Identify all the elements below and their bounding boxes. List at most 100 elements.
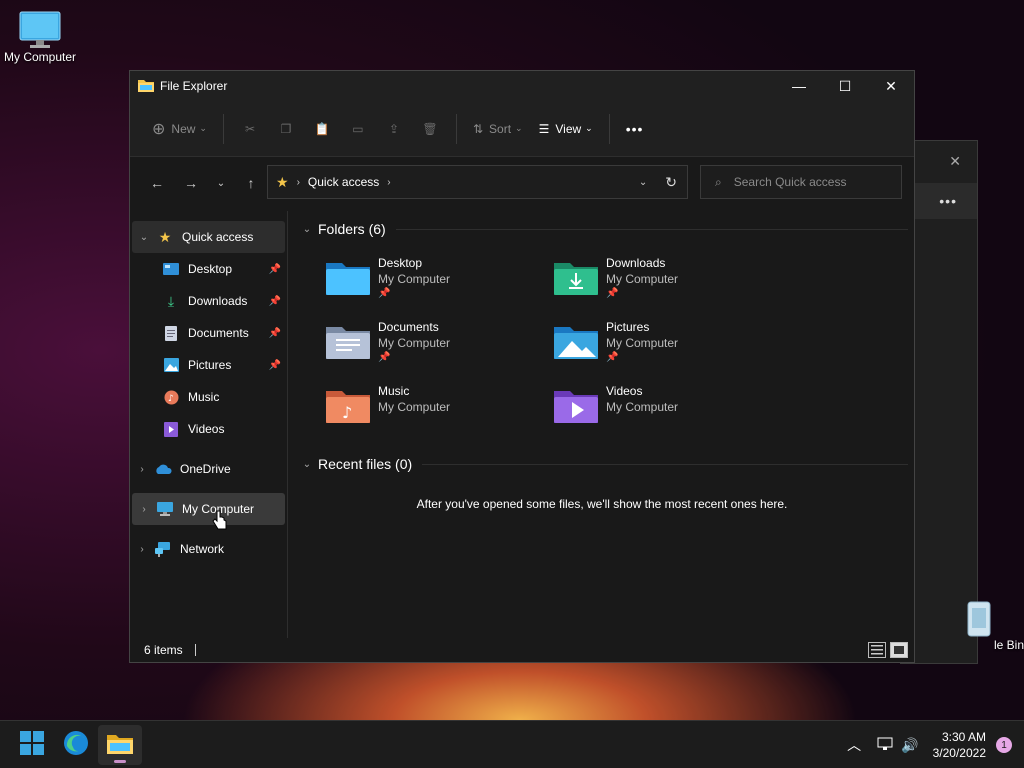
edge-browser-button[interactable] [54, 725, 98, 765]
pin-icon: 📌 [606, 352, 619, 363]
folder-name: Pictures [606, 320, 650, 334]
chevron-down-icon: ⌄ [585, 123, 593, 133]
folder-tile-downloads[interactable]: Downloads My Computer 📌 [554, 255, 764, 311]
folders-group-header[interactable]: ⌄ Folders (6) [296, 217, 908, 241]
sidebar-item-music[interactable]: ♪ Music [130, 381, 287, 413]
sidebar-item-label: OneDrive [180, 462, 231, 476]
folder-name: Downloads [606, 256, 666, 270]
edge-icon [63, 730, 89, 759]
folder-icon [107, 732, 133, 757]
desktop-folder-icon [162, 261, 180, 277]
toolbar-divider [455, 113, 457, 144]
window-title: File Explorer [160, 79, 228, 93]
maximize-button[interactable]: ☐ [822, 71, 868, 101]
toolbar-divider [222, 113, 224, 144]
sidebar-item-label: Network [180, 542, 225, 556]
notification-badge[interactable]: 1 [996, 737, 1012, 753]
breadcrumb-quick-access[interactable]: Quick access [308, 175, 379, 189]
sidebar-item-downloads[interactable]: ⤓ Downloads 📌 [130, 285, 287, 317]
windows-logo-icon [20, 731, 44, 758]
sidebar-item-desktop[interactable]: Desktop 📌 [130, 253, 287, 285]
videos-folder-icon [554, 387, 600, 427]
sidebar-item-label: Desktop [188, 262, 233, 276]
chevron-down-icon: ⌄ [199, 123, 207, 133]
group-divider [422, 463, 908, 465]
search-box[interactable]: ⌕ Search Quick access [700, 165, 902, 199]
title-bar[interactable]: File Explorer — ☐ ✕ [130, 71, 914, 101]
sidebar-item-videos[interactable]: Videos [130, 413, 287, 445]
recent-locations-button[interactable]: ⌄ [206, 168, 236, 198]
sidebar-item-pictures[interactable]: Pictures 📌 [130, 349, 287, 381]
sidebar-item-network[interactable]: › Network [130, 533, 287, 565]
desktop-icon-recycle-bin[interactable]: le Bin [958, 598, 1024, 652]
new-button[interactable]: ⊕ New ⌄ [144, 112, 215, 146]
chevron-right-icon[interactable]: › [130, 544, 154, 555]
view-button[interactable]: ☰ View ⌄ [531, 112, 601, 146]
pin-icon: 📌 [268, 327, 281, 339]
delete-icon[interactable]: 🗑 [412, 112, 448, 146]
music-icon: ♪ [162, 389, 180, 405]
folder-tile-music[interactable]: ♪ Music My Computer [326, 383, 536, 439]
tiles-view-icon[interactable] [890, 642, 908, 658]
volume-icon[interactable]: 🔊 [901, 737, 918, 754]
monitor-icon [0, 10, 80, 50]
cut-icon[interactable]: ✂ [232, 112, 268, 146]
more-options-button[interactable]: ••• [618, 112, 652, 146]
document-icon [162, 325, 180, 341]
chevron-down-icon[interactable]: ⌄ [296, 459, 318, 470]
chevron-up-icon[interactable]: ︿ [847, 735, 861, 755]
folder-tile-videos[interactable]: Videos My Computer [554, 383, 764, 439]
close-icon[interactable]: ✕ [949, 153, 961, 170]
svg-text:♪: ♪ [342, 403, 352, 422]
copy-icon[interactable]: ❐ [268, 112, 304, 146]
sidebar-item-quick-access[interactable]: ⌄ ★ Quick access [132, 221, 285, 253]
rename-icon[interactable]: ▭ [340, 112, 376, 146]
details-view-icon[interactable] [868, 642, 886, 658]
search-placeholder: Search Quick access [733, 175, 847, 189]
chevron-down-icon[interactable]: ⌄ [132, 232, 156, 243]
folder-name: Music [378, 384, 410, 398]
address-dropdown-icon[interactable]: ⌄ [639, 177, 647, 188]
sidebar-item-my-computer[interactable]: › My Computer [132, 493, 285, 525]
clock[interactable]: 3:30 AM 3/20/2022 [933, 729, 986, 761]
recent-header-label: Recent files (0) [318, 456, 413, 472]
star-icon: ★ [158, 228, 172, 245]
folder-tile-documents[interactable]: Documents My Computer 📌 [326, 319, 536, 375]
network-status-icon[interactable] [877, 737, 893, 754]
sidebar-item-documents[interactable]: Documents 📌 [130, 317, 287, 349]
back-button[interactable]: ← [142, 168, 172, 198]
sort-label: Sort [489, 121, 512, 136]
chevron-down-icon[interactable]: ⌄ [296, 224, 318, 235]
pin-icon: 📌 [378, 288, 391, 299]
more-icon[interactable]: ••• [939, 193, 957, 209]
documents-folder-icon [326, 323, 372, 363]
file-explorer-taskbar-button[interactable] [98, 724, 142, 765]
folder-tile-desktop[interactable]: Desktop My Computer 📌 [326, 255, 536, 311]
minimize-button[interactable]: — [776, 71, 822, 101]
sort-button[interactable]: ⇅ Sort ⌄ [465, 112, 531, 146]
up-button[interactable]: ↑ [236, 168, 266, 198]
refresh-icon[interactable]: ↻ [665, 174, 677, 191]
sidebar-item-label: Downloads [188, 294, 248, 308]
desktop-folder-icon [326, 259, 372, 299]
music-folder-icon: ♪ [326, 387, 372, 427]
recent-files-group-header[interactable]: ⌄ Recent files (0) [296, 452, 908, 476]
start-button[interactable] [10, 725, 54, 765]
downloads-folder-icon [554, 259, 600, 299]
folder-name: Videos [606, 384, 643, 398]
paste-icon[interactable]: 📋 [304, 112, 340, 146]
clock-time: 3:30 AM [941, 730, 986, 744]
sidebar-item-label: Videos [188, 422, 225, 436]
forward-button[interactable]: → [176, 168, 206, 198]
chevron-down-icon: ⌄ [515, 123, 523, 133]
close-button[interactable]: ✕ [868, 71, 914, 101]
recycle-bin-icon [958, 598, 1024, 638]
chevron-right-icon[interactable]: › [132, 504, 156, 515]
sidebar-item-label: Quick access [182, 230, 254, 244]
desktop-icon-my-computer[interactable]: My Computer [0, 10, 80, 64]
chevron-right-icon[interactable]: › [130, 464, 154, 475]
folder-tile-pictures[interactable]: Pictures My Computer 📌 [554, 319, 764, 375]
share-icon[interactable]: ⇪ [376, 112, 412, 146]
address-bar[interactable]: ★ › Quick access › ⌄ ↻ [267, 165, 688, 199]
sidebar-item-onedrive[interactable]: › OneDrive [130, 453, 287, 485]
